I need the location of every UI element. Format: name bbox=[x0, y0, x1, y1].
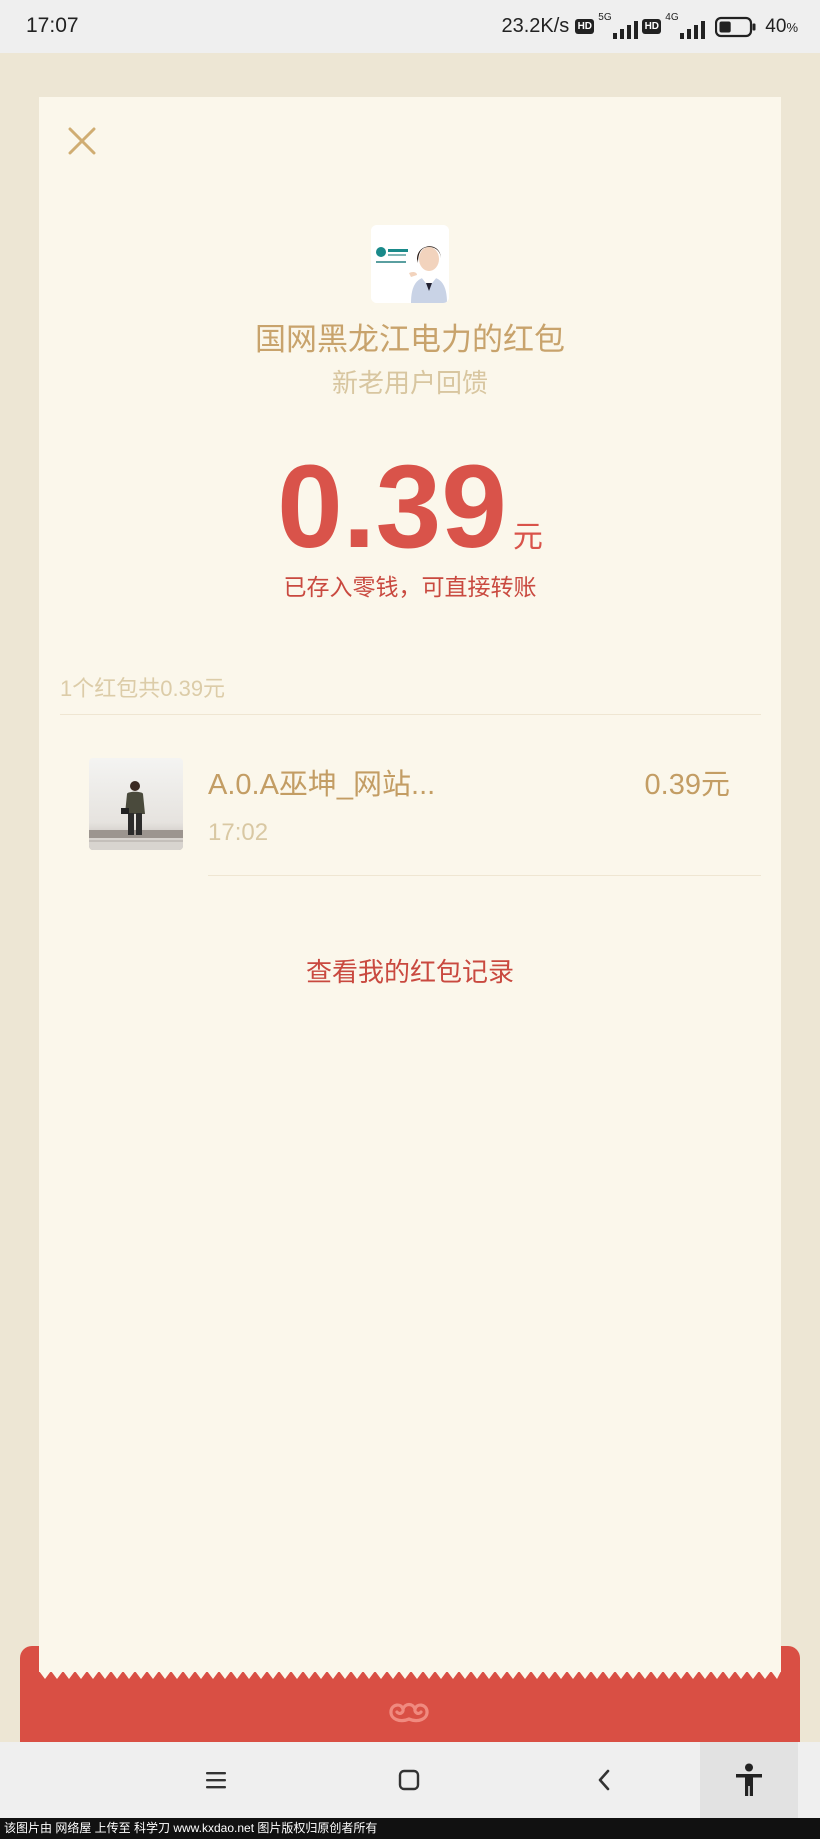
sender-title: 国网黑龙江电力的红包 bbox=[255, 322, 565, 357]
hd-badge-icon: HD bbox=[575, 19, 595, 34]
home-button[interactable] bbox=[379, 1742, 439, 1818]
receiver-name: A.0.A巫坤_网站... bbox=[208, 769, 436, 801]
user-photo-avatar bbox=[89, 758, 183, 850]
amount-value: 0.39 bbox=[277, 441, 507, 573]
accessibility-button[interactable] bbox=[700, 1742, 798, 1818]
receiver-time: 17:02 bbox=[208, 819, 269, 846]
watermark-strip: 该图片由 网络屋 上传至 科学刀 www.kxdao.net 图片版权归原创者所… bbox=[0, 1818, 820, 1839]
greeting-text: 新老用户回馈 bbox=[331, 368, 488, 398]
view-records-link[interactable]: 查看我的红包记录 bbox=[0, 956, 820, 988]
hd-badge-icon: HD bbox=[642, 19, 662, 34]
signal-5g-icon: 5G bbox=[598, 11, 639, 40]
system-navigation-bar bbox=[0, 1742, 820, 1818]
back-button[interactable] bbox=[574, 1742, 634, 1818]
close-icon bbox=[68, 127, 96, 155]
status-time: 17:07 bbox=[26, 14, 79, 37]
network-type-label: 4G bbox=[665, 11, 679, 23]
battery-icon bbox=[715, 16, 756, 37]
receiver-avatar[interactable] bbox=[89, 758, 183, 850]
network-speed: 23.2K/s bbox=[501, 15, 570, 37]
menu-button[interactable] bbox=[186, 1742, 246, 1818]
status-indicators: 23.2K/s HD 5G HD 4G 40% bbox=[501, 0, 798, 53]
packet-summary: 1个红包共0.39元 bbox=[60, 676, 226, 701]
auspicious-cloud-icon bbox=[389, 1702, 429, 1723]
divider bbox=[60, 714, 761, 715]
close-button[interactable] bbox=[62, 121, 102, 161]
network-type-label: 5G bbox=[598, 11, 612, 23]
state-grid-logo bbox=[371, 225, 449, 303]
status-bar: 17:07 23.2K/s HD 5G HD 4G 40% bbox=[0, 0, 820, 53]
back-chevron-icon bbox=[598, 1769, 610, 1791]
signal-4g-icon: 4G bbox=[665, 11, 706, 40]
row-divider bbox=[208, 875, 761, 876]
menu-icon bbox=[206, 1772, 226, 1789]
deposit-note[interactable]: 已存入零钱，可直接转账 bbox=[0, 572, 820, 602]
amount-unit: 元 bbox=[512, 521, 543, 554]
accessibility-icon bbox=[736, 1763, 762, 1796]
sender-avatar[interactable] bbox=[371, 225, 449, 303]
battery-percentage: 40% bbox=[765, 15, 798, 37]
card-zigzag-edge bbox=[39, 1671, 781, 1679]
receiver-amount: 0.39元 bbox=[644, 769, 730, 801]
amount-display: 0.39 元 bbox=[0, 448, 820, 566]
home-square-icon bbox=[398, 1769, 420, 1791]
